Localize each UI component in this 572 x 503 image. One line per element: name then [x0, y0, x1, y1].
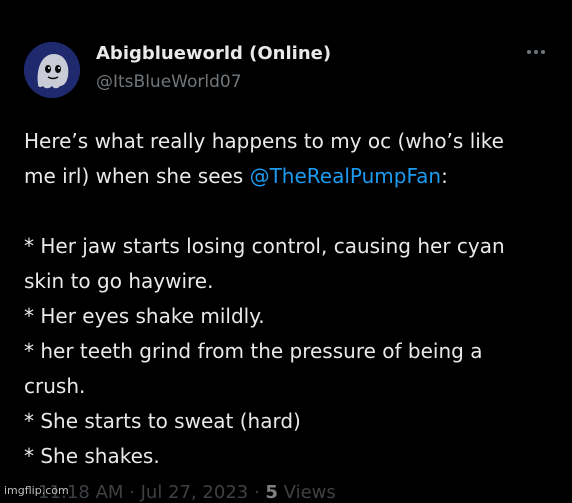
- tweet-text: Here’s what really happens to my oc (who…: [24, 124, 554, 474]
- tweet-line: * her teeth grind from the pressure of b…: [24, 339, 483, 363]
- tweet-line: * She starts to sweat (hard): [24, 409, 301, 433]
- tweet-text-fragment: :: [441, 164, 448, 188]
- tweet-line: crush.: [24, 374, 86, 398]
- ghost-avatar-icon: [24, 42, 80, 98]
- mention-link[interactable]: @TheRealPumpFan: [250, 164, 441, 188]
- tweet-line: me irl) when she sees @TheRealPumpFan:: [24, 159, 554, 194]
- tweet-line: * Her jaw starts losing control, causing…: [24, 234, 505, 258]
- watermark: imgflip.com: [4, 484, 69, 497]
- more-options-button[interactable]: [524, 42, 548, 62]
- tweet-text-fragment: me irl) when she sees: [24, 164, 250, 188]
- tweet-line: skin to go haywire.: [24, 269, 214, 293]
- display-name[interactable]: Abigblueworld (Online): [96, 43, 331, 64]
- tweet-line: Here’s what really happens to my oc (who…: [24, 129, 504, 153]
- user-handle[interactable]: @ItsBlueWorld07: [96, 72, 242, 92]
- more-horizontal-icon: [527, 50, 545, 54]
- tweet-line: * She shakes.: [24, 444, 160, 468]
- tweet-line: * Her eyes shake mildly.: [24, 304, 265, 328]
- avatar[interactable]: [24, 42, 80, 98]
